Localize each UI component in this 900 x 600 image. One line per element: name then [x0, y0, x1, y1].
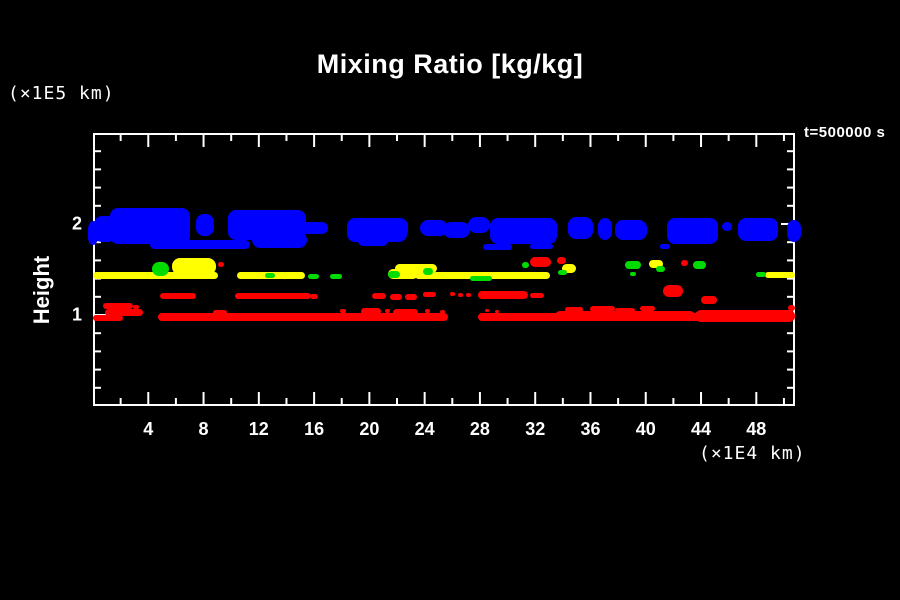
red-layer-blob — [372, 293, 386, 299]
green-layer-blob — [522, 262, 529, 268]
red-layer-blob — [450, 292, 455, 296]
blue-layer — [88, 208, 801, 250]
blue-layer-blob — [598, 218, 612, 240]
red-layer-blob — [93, 315, 123, 321]
x-tick-label: 32 — [525, 419, 545, 440]
red-layer-blob — [530, 257, 551, 267]
x-tick-label: 24 — [415, 419, 435, 440]
red-layer-blob — [478, 291, 528, 299]
red-layer-blob — [615, 308, 635, 313]
green-layer-blob — [470, 276, 492, 281]
x-tick-label: 16 — [304, 419, 324, 440]
plot-area — [93, 133, 795, 406]
x-tick-label: 44 — [691, 419, 711, 440]
y-tick-label: 1 — [54, 305, 82, 326]
red-layer-blob — [385, 309, 390, 313]
green-layer-blob — [558, 270, 567, 275]
y-tick-label: 2 — [54, 214, 82, 235]
y-axis-unit-label: (×1E5 km) — [8, 83, 115, 104]
blue-layer-blob — [667, 218, 718, 244]
green-layer-blob — [308, 274, 319, 279]
blue-layer-blob — [490, 218, 557, 244]
red-layer-blob — [788, 305, 795, 311]
plot-figure: Mixing Ratio [kg/kg] (×1E5 km) t=500000 … — [0, 0, 900, 600]
x-tick-label: 36 — [580, 419, 600, 440]
green-layer-blob — [423, 268, 433, 275]
red-layer-blob — [425, 309, 430, 313]
plot-title: Mixing Ratio [kg/kg] — [0, 49, 900, 80]
time-annotation: t=500000 s — [804, 124, 885, 141]
red-layer-blob — [405, 294, 417, 300]
red-layer-blob — [133, 305, 139, 309]
yellow-layer-blob — [765, 272, 795, 278]
red-layer-blob — [103, 303, 133, 309]
red-layer-blob — [361, 308, 381, 315]
red-layer-blob — [235, 293, 311, 299]
blue-layer-blob — [443, 222, 470, 238]
x-tick-label: 28 — [470, 419, 490, 440]
red-layer-blob — [458, 293, 463, 297]
green-layer-blob — [625, 261, 641, 269]
y-axis-title: Height — [29, 256, 55, 324]
x-tick-label: 4 — [143, 419, 153, 440]
x-tick-label: 20 — [359, 419, 379, 440]
red-layer-blob — [590, 306, 615, 312]
red-layer-blob — [423, 292, 436, 297]
blue-layer-blob — [568, 217, 593, 239]
green-layer-blob — [693, 261, 706, 269]
red-layer-blob — [557, 257, 566, 264]
red-layer-blob — [695, 310, 795, 322]
x-axis-unit-label: (×1E4 km) — [699, 443, 806, 464]
blue-layer-blob — [787, 220, 801, 242]
blue-layer-blob — [275, 242, 297, 248]
blue-layer-blob — [615, 220, 647, 240]
x-tick-label: 40 — [636, 419, 656, 440]
red-layer-blob — [530, 293, 544, 298]
blue-layer-blob — [378, 218, 408, 238]
red-layer-blob — [681, 260, 688, 266]
blue-layer-blob — [483, 244, 512, 250]
yellow-layer-blob — [172, 258, 216, 275]
red-layer-blob — [340, 309, 346, 313]
x-tick-label: 8 — [199, 419, 209, 440]
green-layer-blob — [630, 272, 636, 276]
blue-layer-blob — [300, 222, 328, 234]
green-layer-blob — [656, 266, 665, 272]
blue-layer-blob — [150, 240, 250, 249]
x-tick-label: 12 — [249, 419, 269, 440]
blue-layer-blob — [738, 218, 778, 241]
blue-layer-blob — [722, 222, 732, 231]
blue-layer-blob — [660, 244, 670, 249]
green-layer-blob — [265, 273, 275, 278]
blue-layer-blob — [196, 214, 214, 236]
red-layer-blob — [390, 294, 402, 300]
red-layer-blob — [440, 310, 445, 314]
yellow-layer — [93, 258, 795, 279]
red-layer-blob — [466, 293, 471, 297]
red-layer-blob — [701, 296, 717, 304]
blue-layer-blob — [110, 208, 190, 244]
red-layer-blob — [160, 293, 196, 299]
red-layer-blob — [495, 310, 499, 313]
red-layer-blob — [393, 309, 418, 316]
red-layer-blob — [565, 307, 583, 312]
red-layer-blob — [663, 285, 683, 297]
x-tick-label: 48 — [746, 419, 766, 440]
green-layer-blob — [388, 271, 400, 278]
green-layer-blob — [330, 274, 342, 279]
blue-layer-blob — [530, 244, 553, 249]
red-layer-blob — [640, 306, 655, 311]
green-layer-blob — [152, 262, 169, 276]
red-layer-blob — [218, 262, 224, 267]
red-layer-blob — [485, 309, 489, 312]
green-layer-blob — [756, 272, 766, 277]
blue-layer-blob — [468, 217, 490, 233]
red-layer-blob — [105, 309, 143, 316]
red-layer-blob — [310, 294, 318, 299]
red-layer-blob — [213, 310, 227, 315]
